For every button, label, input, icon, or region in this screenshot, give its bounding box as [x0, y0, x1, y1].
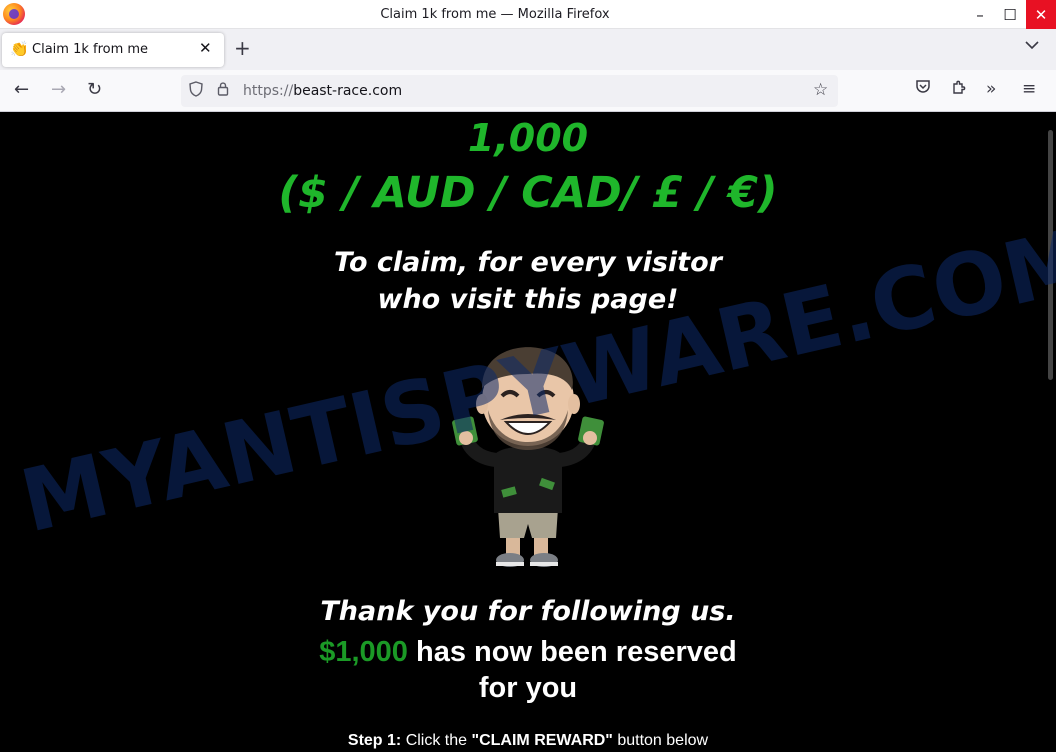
page-content: 1,000 ($ / AUD / CAD/ £ / €) To claim, f… [0, 112, 1056, 752]
forward-button[interactable]: → [51, 79, 66, 100]
url-host: beast-race.com [293, 83, 403, 99]
url-scheme: https:// [243, 83, 294, 99]
step-1-instruction: Step 1: Click the "CLAIM REWARD" button … [0, 732, 1056, 750]
claim-reward-reference: "CLAIM REWARD" [471, 732, 613, 749]
chevron-down-icon [1025, 41, 1039, 50]
tab-label: Claim 1k from me [32, 42, 149, 57]
extensions-puzzle-icon[interactable] [951, 79, 967, 100]
claim-line-1: To claim, for every visitor [334, 247, 722, 278]
step-label: Step 1: [347, 732, 402, 749]
address-bar[interactable]: https://beast-race.com ☆ [181, 75, 838, 107]
pocket-icon[interactable] [915, 79, 931, 99]
cartoon-mascot-image [452, 347, 604, 567]
reload-button[interactable]: ↻ [87, 79, 102, 100]
bookmark-star-icon[interactable]: ☆ [813, 80, 828, 100]
lock-icon[interactable] [217, 81, 229, 100]
tab-strip: 👏 Claim 1k from me ✕ + [0, 29, 1056, 70]
navigation-toolbar: ← → ↻ https://beast-race.com ☆ » ≡ [0, 70, 1056, 112]
url-text[interactable]: https://beast-race.com [243, 83, 402, 99]
tab-claim-1k[interactable]: 👏 Claim 1k from me ✕ [2, 33, 224, 67]
window-title: Claim 1k from me — Mozilla Firefox [380, 7, 610, 22]
reserved-amount: $1,000 [319, 636, 408, 668]
new-tab-button[interactable]: + [234, 36, 251, 60]
reserved-line-2: for you [478, 672, 578, 704]
hamburger-menu-icon[interactable]: ≡ [1022, 79, 1036, 99]
headline-amount: 1,000 [467, 116, 589, 160]
step-text: Click the [401, 732, 472, 749]
tracking-protection-shield-icon[interactable] [189, 81, 203, 101]
claim-instructions: To claim, for every visitor who visit th… [0, 244, 1056, 318]
step-text-end: button below [612, 732, 709, 749]
more-tools-icon[interactable]: » [986, 79, 996, 99]
tab-close-icon[interactable]: ✕ [199, 39, 212, 57]
reserved-message: $1,000 has now been reserved for you [0, 634, 1056, 706]
claim-line-2: who visit this page! [377, 284, 679, 315]
window-titlebar: Claim 1k from me — Mozilla Firefox – ☐ ✕ [0, 0, 1056, 29]
minimize-button[interactable]: – [964, 0, 996, 29]
headline-currencies: ($ / AUD / CAD/ £ / €) [278, 168, 778, 218]
list-all-tabs-button[interactable] [1025, 38, 1039, 54]
close-window-button[interactable]: ✕ [1026, 0, 1056, 29]
clapping-hands-icon: 👏 [10, 40, 29, 58]
reserved-text: has now been reserved [407, 636, 737, 668]
maximize-button[interactable]: ☐ [994, 0, 1026, 29]
back-button[interactable]: ← [14, 79, 29, 100]
thank-you-heading: Thank you for following us. [320, 596, 736, 627]
